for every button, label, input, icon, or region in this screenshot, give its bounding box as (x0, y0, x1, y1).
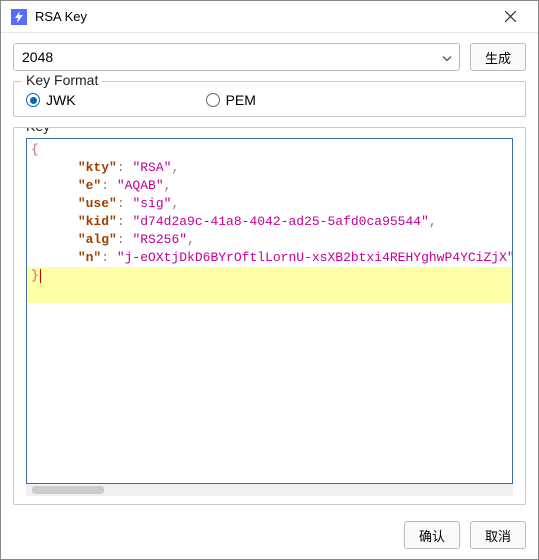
keysize-select[interactable]: 2048 (13, 43, 460, 71)
key-legend: Key (22, 127, 54, 134)
key-format-group: Key Format JWK PEM (13, 81, 526, 117)
cancel-button[interactable]: 取消 (470, 521, 526, 549)
rsa-key-dialog: RSA Key 2048 生成 Key Format (0, 0, 539, 560)
titlebar: RSA Key (1, 1, 538, 33)
generate-button[interactable]: 生成 (470, 43, 526, 71)
close-icon (505, 11, 516, 22)
keysize-value: 2048 (22, 49, 53, 65)
lightning-icon (11, 9, 27, 25)
window-title: RSA Key (35, 9, 87, 24)
close-button[interactable] (490, 2, 530, 32)
key-format-legend: Key Format (22, 72, 102, 88)
horizontal-scrollbar[interactable] (26, 484, 513, 496)
scrollbar-thumb[interactable] (32, 486, 104, 494)
radio-dot-icon (26, 93, 40, 107)
key-editor[interactable]: { "kty": "RSA", "e": "AQAB", "use": "sig… (26, 138, 513, 484)
key-group: Key { "kty": "RSA", "e": "AQAB", "use": … (13, 127, 526, 505)
radio-pem[interactable]: PEM (206, 92, 256, 108)
ok-button[interactable]: 确认 (404, 521, 460, 549)
radio-jwk[interactable]: JWK (26, 92, 76, 108)
radio-dot-icon (206, 93, 220, 107)
